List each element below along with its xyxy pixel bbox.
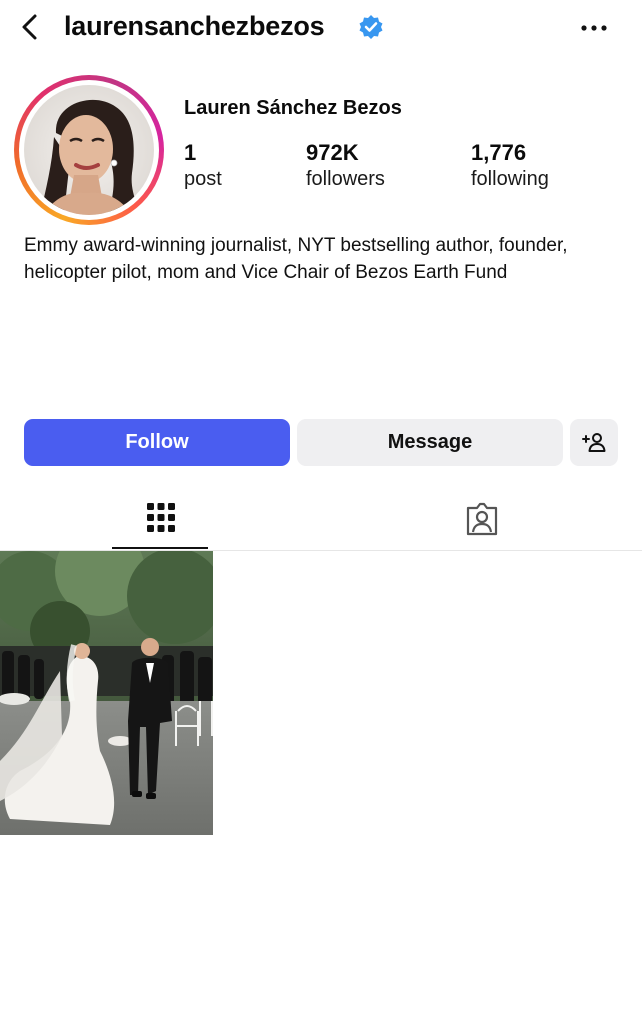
stat-followers[interactable]: 972K followers — [306, 140, 385, 191]
suggested-accounts-button[interactable] — [570, 419, 618, 466]
post-thumbnail[interactable] — [0, 551, 213, 835]
follow-button[interactable]: Follow — [24, 419, 290, 466]
grid-icon — [147, 503, 175, 532]
stat-posts[interactable]: 1 post — [184, 140, 222, 191]
profile-tabs — [0, 490, 642, 551]
tab-tagged[interactable] — [321, 490, 642, 550]
verified-badge-icon — [359, 15, 383, 39]
wedding-photo-thumbnail-icon — [0, 551, 213, 835]
stat-value: 1,776 — [471, 140, 527, 165]
stat-label: post — [184, 168, 222, 190]
profile-bio: Emmy award-winning journalist, NYT bests… — [24, 235, 568, 283]
stat-value: 972K — [306, 140, 359, 165]
stat-label: following — [471, 168, 549, 190]
profile-full-name: Lauren Sánchez Bezos — [184, 97, 402, 119]
tab-grid[interactable] — [0, 490, 321, 550]
profile-photo-icon — [24, 85, 154, 215]
chevron-left-icon[interactable] — [14, 11, 46, 43]
more-horizontal-icon[interactable] — [578, 14, 610, 42]
active-tab-indicator — [112, 547, 208, 549]
stat-following[interactable]: 1,776 following — [471, 140, 549, 191]
message-button[interactable]: Message — [297, 419, 563, 466]
stat-label: followers — [306, 168, 385, 190]
top-bar: laurensanchezbezos — [0, 0, 642, 56]
stat-value: 1 — [184, 140, 197, 165]
add-person-icon — [582, 432, 606, 452]
profile-username: laurensanchezbezos — [64, 11, 325, 41]
tagged-person-icon — [466, 502, 498, 536]
story-ring[interactable] — [14, 75, 164, 225]
profile-avatar[interactable] — [24, 85, 154, 215]
